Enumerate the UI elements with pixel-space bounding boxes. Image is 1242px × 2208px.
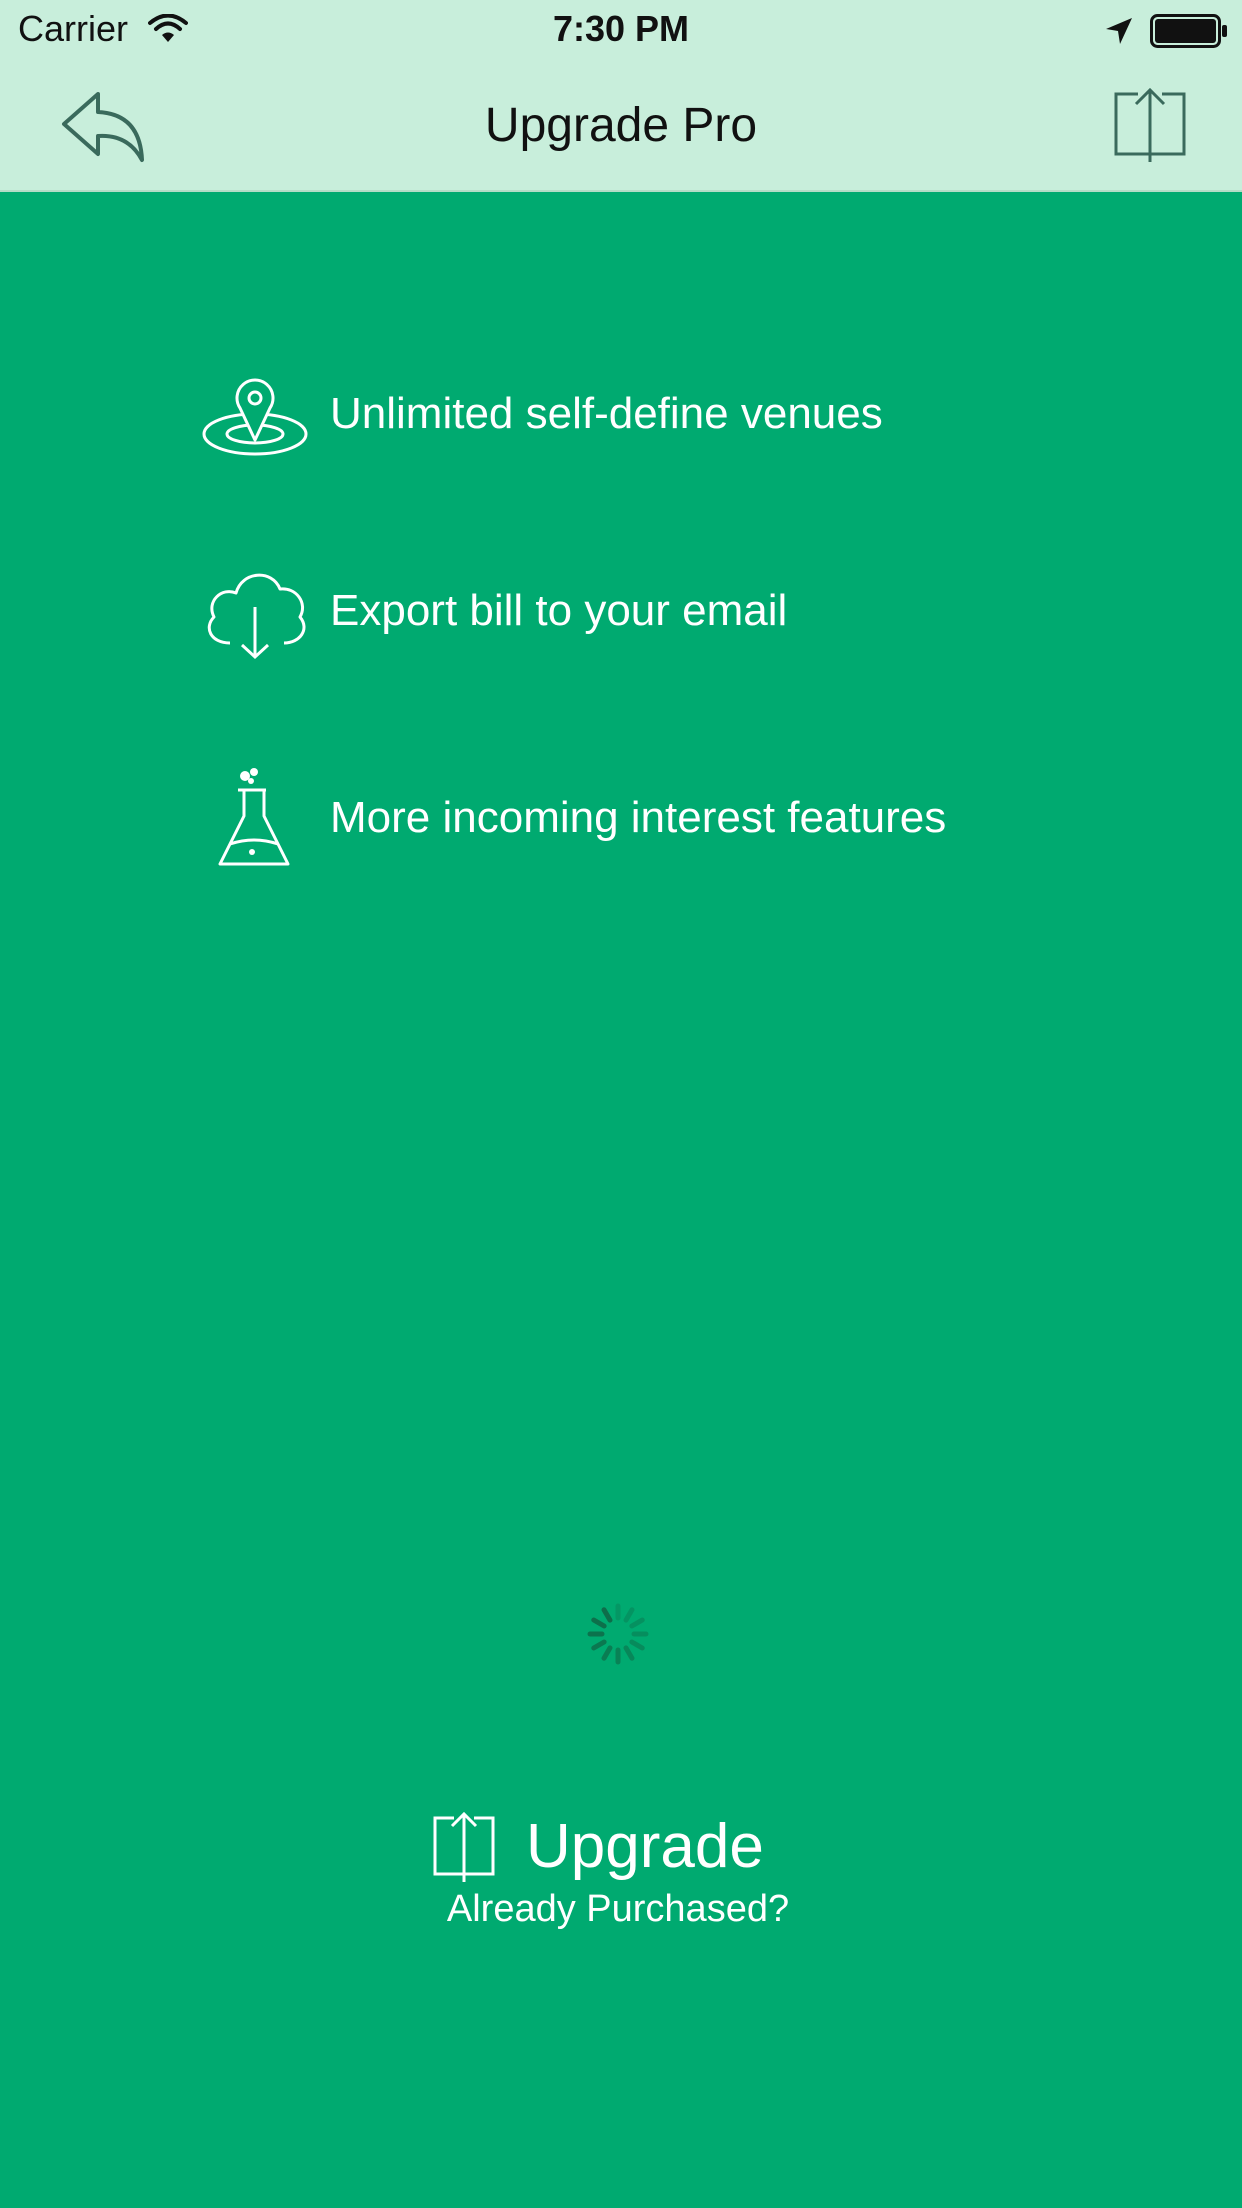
navigation-bar: Upgrade Pro — [0, 60, 1242, 192]
share-button[interactable] — [1112, 82, 1188, 164]
feature-label: Unlimited self-define venues — [330, 389, 883, 438]
upgrade-label: Upgrade — [526, 1811, 764, 1881]
feature-label: More incoming interest features — [330, 793, 947, 842]
feature-label: Export bill to your email — [330, 586, 788, 635]
activity-spinner-icon — [587, 1603, 649, 1665]
page-title: Upgrade Pro — [484, 99, 758, 152]
cloud-download-icon — [207, 573, 306, 660]
status-time: 7:30 PM — [552, 8, 690, 49]
feature-item-more: More incoming interest features — [200, 768, 946, 868]
upgrade-button[interactable]: Upgrade — [432, 1806, 764, 1886]
already-purchased-link[interactable]: Already Purchased? — [0, 1888, 1236, 1931]
flask-icon — [218, 768, 290, 866]
upload-icon — [433, 1811, 495, 1882]
feature-item-export: Export bill to your email — [200, 561, 787, 661]
feature-item-venues: Unlimited self-define venues — [200, 364, 883, 464]
battery-icon — [1150, 14, 1227, 48]
status-bar: Carrier 7:30 PM — [0, 0, 1242, 60]
location-arrow-icon — [1106, 18, 1132, 44]
map-pin-icon — [202, 378, 308, 456]
